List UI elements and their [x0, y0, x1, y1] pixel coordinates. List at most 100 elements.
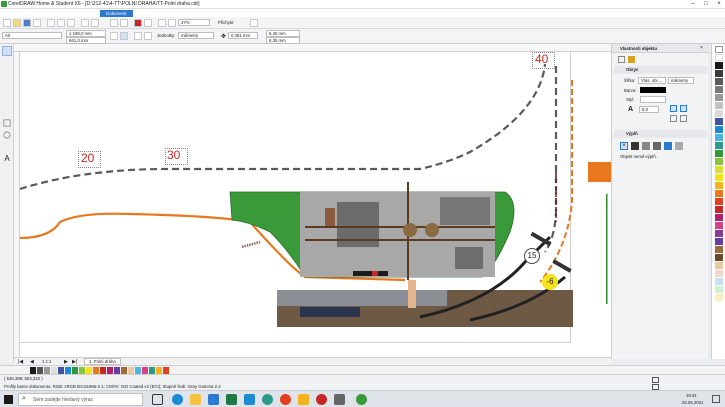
coreldraw-taskbar-icon[interactable] — [356, 394, 367, 405]
swatch-c4[interactable] — [715, 86, 723, 93]
docker-close-icon[interactable]: × — [700, 45, 703, 51]
pattern-fill-icon[interactable] — [653, 142, 661, 150]
bswatch-14[interactable] — [121, 367, 127, 374]
outline-units-field[interactable]: milimetry — [668, 77, 694, 84]
swatch-c27[interactable] — [715, 270, 723, 277]
miter-field[interactable]: 5,0 — [639, 106, 659, 113]
bswatch-1[interactable] — [30, 367, 36, 374]
swatch-c13[interactable] — [715, 158, 723, 165]
tab-document[interactable]: Dokument — [100, 10, 133, 17]
swatch-c30[interactable] — [715, 294, 723, 301]
units-select[interactable]: milimetry — [178, 32, 214, 39]
maximize-icon[interactable]: □ — [700, 0, 712, 9]
bswatch-3[interactable] — [44, 367, 50, 374]
task-view-icon[interactable] — [152, 394, 163, 405]
position-icon[interactable] — [670, 115, 677, 122]
export-icon[interactable] — [120, 19, 128, 27]
ellipse-tool-icon[interactable] — [3, 131, 11, 139]
swatch-c12[interactable] — [715, 150, 723, 157]
edge-icon[interactable] — [172, 394, 183, 405]
corel-icon[interactable] — [134, 19, 142, 27]
swatch-c23[interactable] — [715, 238, 723, 245]
interactive-fill-icon[interactable] — [2, 238, 12, 248]
options-icon[interactable] — [250, 19, 258, 27]
undo-icon[interactable] — [81, 19, 89, 27]
chrome-icon[interactable] — [280, 394, 291, 405]
corner-style-icon[interactable] — [670, 105, 677, 112]
swatch-c25[interactable] — [715, 254, 723, 261]
swatch-c7[interactable] — [715, 110, 723, 117]
fountain-fill-icon[interactable] — [642, 142, 650, 150]
swatch-c2[interactable] — [715, 70, 723, 77]
swatch-c18[interactable] — [715, 198, 723, 205]
import-icon[interactable] — [110, 19, 118, 27]
minimize-icon[interactable]: – — [687, 0, 699, 9]
page-height-field[interactable]: 841,0 mm — [66, 37, 106, 44]
open-icon[interactable] — [13, 19, 21, 27]
media-icon[interactable] — [298, 394, 309, 405]
swatch-c1[interactable] — [715, 62, 723, 69]
swatch-c22[interactable] — [715, 230, 723, 237]
outline-tool-icon[interactable] — [2, 214, 12, 224]
swatch-none[interactable] — [715, 46, 723, 53]
start-button-icon[interactable] — [4, 395, 13, 404]
app-icon-2[interactable] — [334, 394, 345, 405]
snap-dropdown[interactable]: Přichytit — [218, 20, 233, 25]
outline-width-field[interactable]: Vlas. obr.... — [638, 77, 666, 84]
horizontal-ruler[interactable] — [14, 44, 611, 52]
copy-icon[interactable] — [57, 19, 65, 27]
landscape-icon[interactable] — [120, 32, 128, 40]
polygon-tool-icon[interactable] — [2, 142, 12, 152]
connector-tool-icon[interactable] — [2, 190, 12, 200]
close-icon[interactable]: × — [713, 0, 725, 9]
swatch-c5[interactable] — [715, 94, 723, 101]
bswatch-4[interactable] — [51, 367, 57, 374]
pick-tool-icon[interactable] — [2, 46, 12, 56]
text-tool-icon[interactable]: A — [2, 154, 12, 164]
fill-tab-icon[interactable] — [628, 56, 635, 63]
nudge-field[interactable]: 0,381 mm — [228, 32, 258, 39]
outline-style-field[interactable] — [640, 96, 666, 103]
outline-section-header[interactable]: Obrys — [614, 66, 707, 74]
taskbar-search-box[interactable]: ⌕ Sem zadejte hledaný výraz — [18, 393, 143, 406]
swatch-c9[interactable] — [715, 126, 723, 133]
zoom-tool-icon[interactable] — [168, 19, 176, 27]
zoom-level-field[interactable]: 37% — [178, 19, 210, 26]
bswatch-16[interactable] — [135, 367, 141, 374]
redo-icon[interactable] — [91, 19, 99, 27]
dimension-tool-icon[interactable] — [2, 178, 12, 188]
bswatch-6[interactable] — [65, 367, 71, 374]
postscript-fill-icon[interactable] — [675, 142, 683, 150]
swatch-c19[interactable] — [715, 206, 723, 213]
edge-browser-icon[interactable] — [262, 394, 273, 405]
bswatch-9[interactable] — [86, 367, 92, 374]
bswatch-18[interactable] — [149, 367, 155, 374]
color-profile-info[interactable]: Profily barev dokumentu: RGB: sRGB IEC61… — [4, 384, 221, 389]
swatch-c10[interactable] — [715, 134, 723, 141]
outline-color-swatch[interactable] — [640, 87, 666, 93]
marker-minus-6[interactable]: -6 — [542, 274, 558, 290]
bswatch-10[interactable] — [93, 367, 99, 374]
clock-date[interactable]: 02.05.2021 — [682, 400, 704, 405]
tab-page-1[interactable]: 1: Polní dráha — [84, 358, 121, 365]
fill-section-header[interactable]: Výplň — [614, 130, 707, 138]
bswatch-8[interactable] — [79, 367, 85, 374]
zoom-tool-icon[interactable] — [2, 82, 12, 92]
uniform-fill-icon[interactable] — [631, 142, 639, 150]
outline-tab-icon[interactable] — [618, 56, 625, 63]
current-page-icon[interactable] — [144, 32, 152, 40]
mail-icon[interactable] — [208, 394, 219, 405]
page-width-field[interactable]: 1 189,0 mm — [66, 30, 106, 37]
bswatch-17[interactable] — [142, 367, 148, 374]
fill-indicator-icon[interactable] — [652, 377, 659, 383]
swatch-c17[interactable] — [715, 190, 723, 197]
crop-tool-icon[interactable] — [2, 70, 12, 80]
duplicate-x-field[interactable]: 6,35 mm — [266, 30, 300, 37]
photos-icon[interactable] — [244, 394, 255, 405]
bswatch-12[interactable] — [107, 367, 113, 374]
notification-icon[interactable] — [712, 395, 720, 403]
smart-fill-icon[interactable] — [2, 106, 12, 116]
freehand-tool-icon[interactable] — [2, 94, 12, 104]
swatch-white[interactable] — [715, 54, 723, 61]
paste-icon[interactable] — [67, 19, 75, 27]
